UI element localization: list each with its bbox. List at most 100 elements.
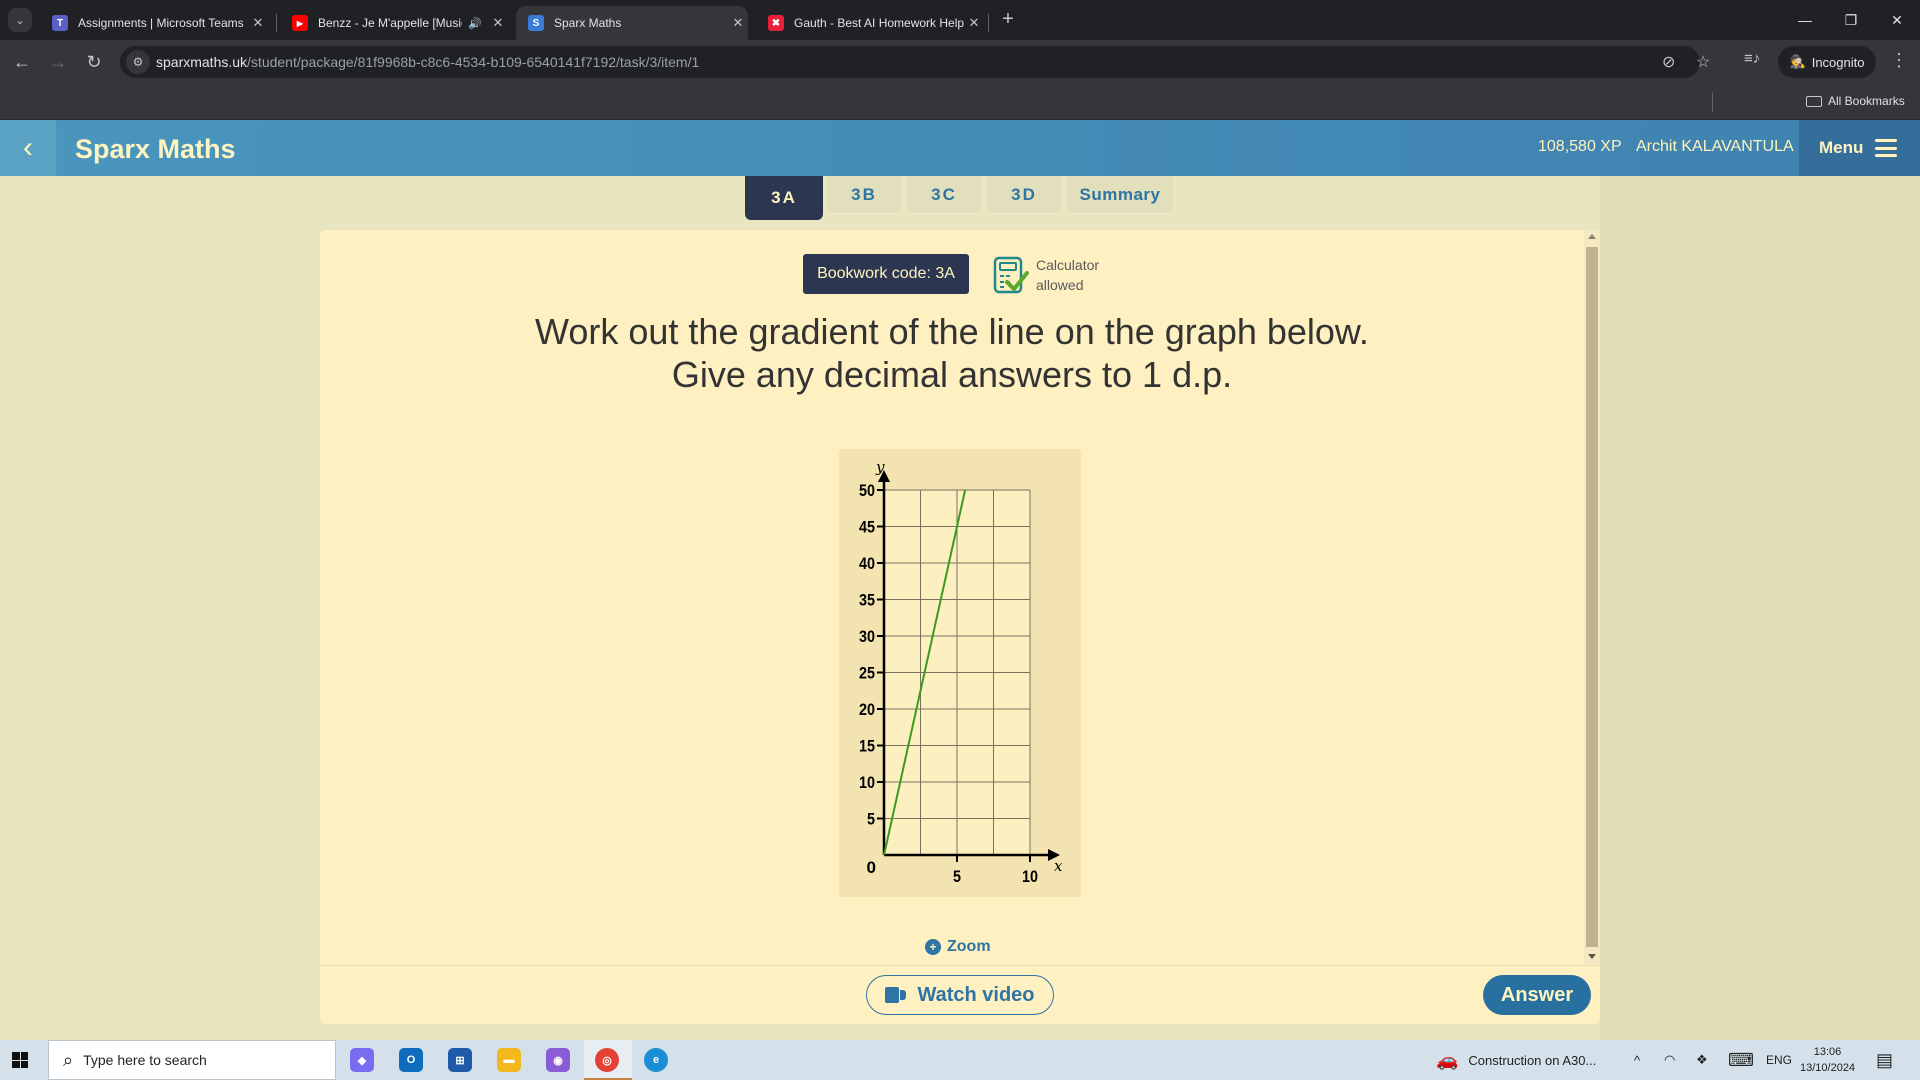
wifi-icon[interactable]: ◠ <box>1664 1040 1675 1080</box>
calculator-icon <box>993 256 1029 294</box>
tab-search-button[interactable]: ⌄ <box>8 8 32 32</box>
windows-start-icon[interactable] <box>12 1052 28 1068</box>
edge-icon[interactable]: e <box>644 1048 668 1072</box>
tab-3d[interactable]: 3D <box>985 176 1063 214</box>
microsoft-365-icon[interactable]: ◉ <box>546 1048 570 1072</box>
search-placeholder: Type here to search <box>83 1052 207 1068</box>
back-nav-button[interactable]: ‹ <box>0 120 56 176</box>
chevron-left-icon: ‹ <box>23 131 33 164</box>
y-axis-label: y <box>875 458 885 476</box>
taskbar-search-box[interactable]: ⌕ Type here to search <box>48 1040 336 1080</box>
reload-button[interactable]: ↻ <box>82 50 106 74</box>
new-tab-button[interactable]: + <box>996 8 1020 32</box>
bookmarks-bar: All Bookmarks <box>0 84 1920 120</box>
forward-button[interactable]: → <box>46 50 70 74</box>
address-bar[interactable]: ⚙ sparxmaths.uk/student/package/81f9968b… <box>120 46 1710 78</box>
clock[interactable]: 13:06 13/10/2024 <box>1800 1044 1855 1076</box>
back-button[interactable]: ← <box>10 50 34 74</box>
y-tick-label: 20 <box>859 700 875 719</box>
graph-panel[interactable]: y x 5 10 15 20 25 30 35 40 45 50 5 10 0 <box>839 449 1081 897</box>
app-header: ‹ Sparx Maths 108,580 XP Archit KALAVANT… <box>0 120 1920 176</box>
scroll-down-arrow-icon[interactable] <box>1588 954 1596 959</box>
microsoft-store-icon[interactable]: ⊞ <box>448 1048 472 1072</box>
sparx-icon: S <box>528 15 544 31</box>
hamburger-icon <box>1875 139 1898 157</box>
all-bookmarks-button[interactable]: All Bookmarks <box>1806 94 1905 108</box>
star-icon[interactable]: ☆ <box>1696 52 1710 72</box>
browser-toolbar: ← → ↻ ⚙ sparxmaths.uk/student/package/81… <box>0 40 1920 84</box>
y-tick-label: 50 <box>859 481 875 500</box>
close-window-button[interactable]: ✕ <box>1874 0 1920 40</box>
language-indicator[interactable]: ENG <box>1766 1040 1792 1080</box>
watch-video-button[interactable]: Watch video <box>866 975 1054 1015</box>
menu-button[interactable]: Menu <box>1799 120 1920 176</box>
browser-menu-icon[interactable]: ⋮ <box>1890 50 1908 71</box>
close-tab-icon[interactable]: ✕ <box>248 15 268 31</box>
calculator-status-line1: Calculator <box>1036 257 1100 273</box>
gauth-icon: ✖ <box>768 15 784 31</box>
question-card: Bookwork code: 3A Calculator allowed Wor… <box>320 230 1600 1024</box>
media-control-icon[interactable]: ≡♪ <box>1744 50 1760 67</box>
y-tick-label: 15 <box>859 737 875 756</box>
y-tick-label: 35 <box>859 591 875 610</box>
question-line-2: Give any decimal answers to 1 d.p. <box>671 354 1233 395</box>
tab-youtube[interactable]: ▶ Benzz - Je M'appelle [Music 🔊 ✕ <box>280 6 508 40</box>
clock-date: 13/10/2024 <box>1800 1062 1856 1074</box>
calculator-status: Calculator allowed <box>1036 255 1099 295</box>
bookwork-code-badge: Bookwork code: 3A <box>803 254 969 294</box>
keyboard-icon[interactable]: ⌨ <box>1728 1040 1754 1080</box>
x-tick-label: 10 <box>1022 867 1038 886</box>
copilot-icon[interactable]: ◆ <box>350 1048 374 1072</box>
minimize-button[interactable]: — <box>1782 0 1828 40</box>
close-tab-icon[interactable]: ✕ <box>488 15 508 31</box>
close-tab-icon[interactable]: ✕ <box>728 15 748 31</box>
traffic-notification[interactable]: 🚗 Construction on A30... <box>1436 1040 1596 1080</box>
menu-label: Menu <box>1819 138 1864 157</box>
speaker-icon[interactable]: 🔊 <box>468 17 482 30</box>
answer-button[interactable]: Answer <box>1483 975 1591 1015</box>
teams-icon: T <box>52 15 68 31</box>
action-center-icon[interactable]: ▤ <box>1876 1040 1893 1080</box>
url-host: sparxmaths.uk <box>156 54 248 70</box>
bookmarks-divider <box>1712 92 1713 112</box>
tab-title: Benzz - Je M'appelle [Music <box>318 16 463 30</box>
tab-3a[interactable]: 3A <box>745 176 823 220</box>
eye-off-icon[interactable]: ⊘ <box>1662 52 1675 72</box>
footer-divider <box>320 965 1600 966</box>
y-tick-label: 5 <box>867 810 875 829</box>
scrollbar-thumb[interactable] <box>1586 247 1598 947</box>
car-alert-icon: 🚗 <box>1436 1049 1459 1070</box>
tab-summary[interactable]: Summary <box>1065 176 1175 214</box>
x-tick-label: 5 <box>953 867 961 886</box>
dropbox-icon[interactable]: ❖ <box>1696 1040 1708 1080</box>
question-line-1: Work out the gradient of the line on the… <box>535 311 1369 352</box>
tab-3b[interactable]: 3B <box>825 176 903 214</box>
watch-video-label: Watch video <box>917 983 1035 1006</box>
zoom-label: Zoom <box>947 938 991 955</box>
chrome-icon[interactable]: ◎ <box>595 1048 619 1072</box>
user-name[interactable]: Archit KALAVANTULA <box>1636 138 1794 156</box>
file-explorer-icon[interactable]: ▬ <box>497 1048 521 1072</box>
tab-microsoft-teams[interactable]: T Assignments | Microsoft Teams ✕ <box>40 6 268 40</box>
xp-counter: 108,580 XP <box>1538 138 1622 155</box>
question-text: Work out the gradient of the line on the… <box>320 310 1584 396</box>
zoom-button[interactable]: + Zoom <box>925 938 991 956</box>
search-icon: ⌕ <box>63 1049 74 1070</box>
clock-time: 13:06 <box>1813 1046 1842 1058</box>
close-tab-icon[interactable]: ✕ <box>964 15 984 31</box>
youtube-icon: ▶ <box>292 15 308 31</box>
restore-button[interactable]: ❐ <box>1828 0 1874 40</box>
tray-chevron-icon[interactable]: ^ <box>1634 1040 1640 1080</box>
site-settings-icon[interactable]: ⚙ <box>126 50 150 74</box>
url-text[interactable]: sparxmaths.uk/student/package/81f9968b-c… <box>156 54 699 70</box>
vertical-scrollbar[interactable] <box>1584 230 1600 965</box>
tab-gauth[interactable]: ✖ Gauth - Best AI Homework Help ✕ <box>756 6 984 40</box>
tab-sparx-maths[interactable]: S Sparx Maths ✕ <box>516 6 748 40</box>
url-path: /student/package/81f9968b-c8c6-4534-b109… <box>247 54 700 70</box>
incognito-indicator[interactable]: 🕵 Incognito <box>1778 46 1876 78</box>
tab-3c[interactable]: 3C <box>905 176 983 214</box>
outlook-icon[interactable]: O <box>399 1048 423 1072</box>
all-bookmarks-label: All Bookmarks <box>1828 94 1905 108</box>
x-axis-label: x <box>1054 857 1063 875</box>
scroll-up-arrow-icon[interactable] <box>1588 234 1596 239</box>
